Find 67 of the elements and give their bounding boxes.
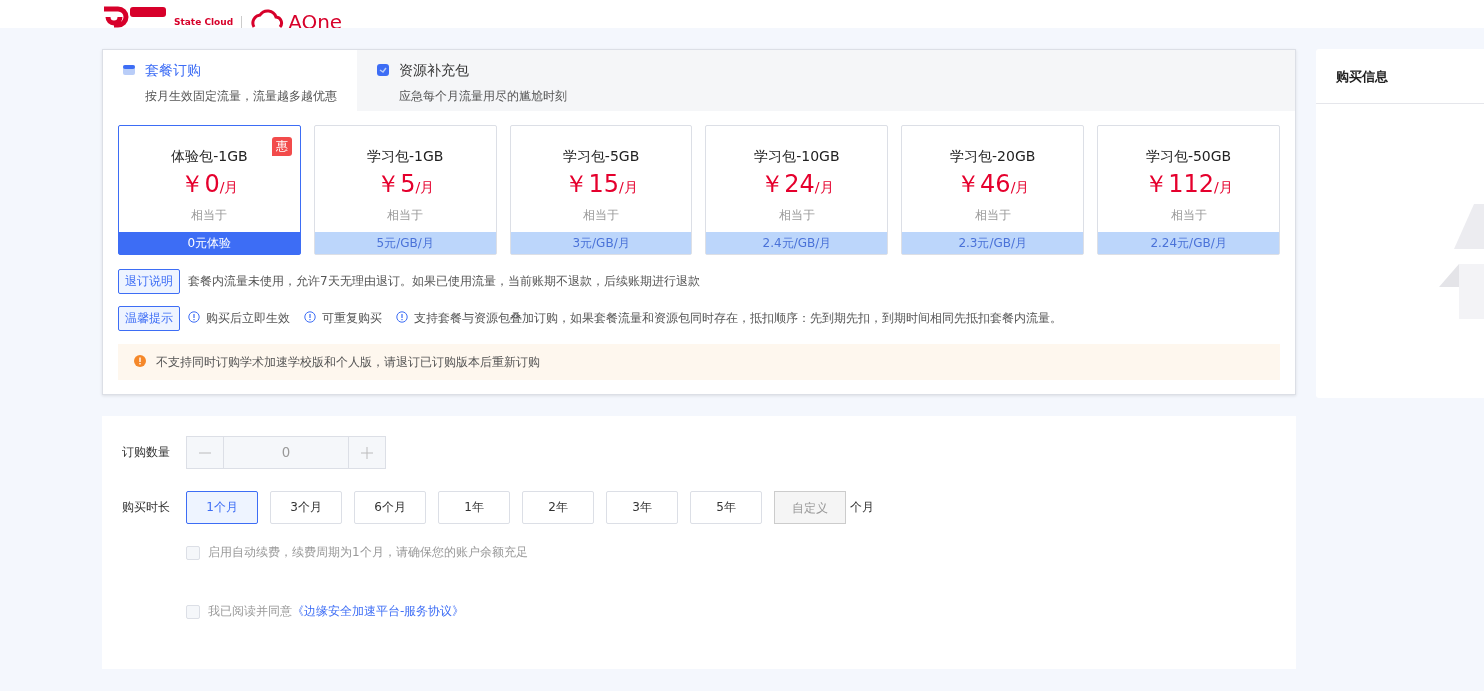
field-label: 购买时长: [122, 499, 171, 516]
package-card[interactable]: 学习包-20GB ￥46/月 相当于 2.3元/GB/月: [901, 125, 1085, 255]
checkbox[interactable]: [186, 604, 200, 619]
tip-text: 支持套餐与资源包叠加订购，如果套餐流量和资源包同时存在，抵扣顺序：先到期先扣，到期时间相同先抵扣套餐内流量。: [414, 310, 1062, 327]
package-price: ￥15/月: [564, 170, 638, 200]
package-price: ￥5/月: [376, 170, 435, 200]
package-price: ￥24/月: [760, 170, 834, 200]
discount-badge: 惠: [271, 137, 292, 156]
cloud-logo-icon: [250, 7, 285, 28]
duration-option[interactable]: 6个月: [354, 491, 426, 524]
package-rate: 2.24元/GB/月: [1098, 232, 1279, 254]
package-name: 学习包-5GB: [562, 148, 640, 166]
equivalent-label: 相当于: [778, 207, 815, 224]
warning-text: 不支持同时订购学术加速学校版和个人版，请退订已订购版本后重新订购: [156, 353, 540, 371]
package-rate: 5元/GB/月: [314, 232, 496, 254]
refund-tag: 退订说明: [118, 269, 180, 294]
info-icon: [304, 311, 316, 326]
package-card[interactable]: 体验包-1GB ￥0/月 相当于 0元体验 惠: [118, 125, 301, 255]
package-name: 学习包-10GB: [754, 148, 840, 166]
panel-title: 购买信息: [1316, 49, 1484, 104]
package-rate: 2.4元/GB/月: [706, 232, 888, 254]
equivalent-label: 相当于: [974, 207, 1011, 224]
auto-renew-label: 启用自动续费，续费周期为1个月，请确保您的账户余额充足: [208, 544, 528, 561]
brand-text: State Cloud: [174, 17, 234, 27]
refund-note: 套餐内流量未使用，允许7天无理由退订。如果已使用流量，当前账期不退款，后续账期进行退款: [188, 273, 700, 290]
tab-description: 按月生效固定流量，流量越多越优惠: [144, 88, 338, 105]
equivalent-label: 相当于: [583, 207, 620, 224]
package-rate: 3元/GB/月: [510, 232, 692, 254]
package-name: 体验包-1GB: [171, 148, 248, 166]
package-card[interactable]: 学习包-10GB ￥24/月 相当于 2.4元/GB/月: [705, 125, 889, 255]
tab[interactable]: 套餐订购 按月生效固定流量，流量越多越优惠: [103, 50, 357, 111]
package-name: 学习包-20GB: [950, 148, 1036, 166]
field-label: 订购数量: [122, 444, 171, 461]
tab-description: 应急每个月流量用尽的尴尬时刻: [398, 88, 568, 105]
checkbox[interactable]: [186, 545, 200, 560]
equivalent-label: 相当于: [1170, 207, 1207, 224]
tip-text: 购买后立即生效: [206, 310, 290, 327]
duration-option[interactable]: 1个月: [186, 491, 258, 524]
agreement-link[interactable]: 《边缘安全加速平台-服务协议》: [292, 604, 465, 618]
package-card[interactable]: 学习包-5GB ￥15/月 相当于 3元/GB/月: [509, 125, 693, 255]
duration-option[interactable]: 3年: [606, 491, 678, 524]
package-name: 学习包-1GB: [367, 148, 444, 166]
package-rate: 0元体验: [119, 232, 300, 254]
custom-duration-field[interactable]: 自定义: [774, 491, 846, 524]
package-price: ￥46/月: [956, 170, 1030, 200]
package-card[interactable]: 学习包-1GB ￥5/月 相当于 5元/GB/月: [313, 125, 497, 255]
duration-option[interactable]: 3个月: [270, 491, 342, 524]
duration-option[interactable]: 2年: [522, 491, 594, 524]
duration-option[interactable]: 5年: [690, 491, 762, 524]
duration-option[interactable]: 1年: [438, 491, 510, 524]
unit-label: 个月: [850, 499, 874, 516]
package-price: ￥112/月: [1144, 170, 1233, 200]
package-price: ￥0/月: [180, 170, 239, 200]
agreement-label: 我已阅读并同意《边缘安全加速平台-服务协议》: [208, 603, 465, 620]
tab-title: 套餐订购: [145, 62, 201, 80]
package-name: 学习包-50GB: [1145, 148, 1232, 166]
equivalent-label: 相当于: [191, 207, 228, 224]
info-icon: [396, 311, 408, 326]
equivalent-label: 相当于: [387, 207, 424, 224]
plus-icon: [361, 446, 373, 459]
info-icon: [188, 311, 200, 326]
package-rate: 2.3元/GB/月: [902, 232, 1084, 254]
warning-icon: [134, 354, 146, 370]
package-card[interactable]: 学习包-50GB ￥112/月 相当于 2.24元/GB/月: [1097, 125, 1280, 255]
tip-text: 可重复购买: [322, 310, 382, 327]
tab-title: 资源补充包: [399, 62, 469, 80]
tips-tag: 温馨提示: [118, 306, 180, 331]
